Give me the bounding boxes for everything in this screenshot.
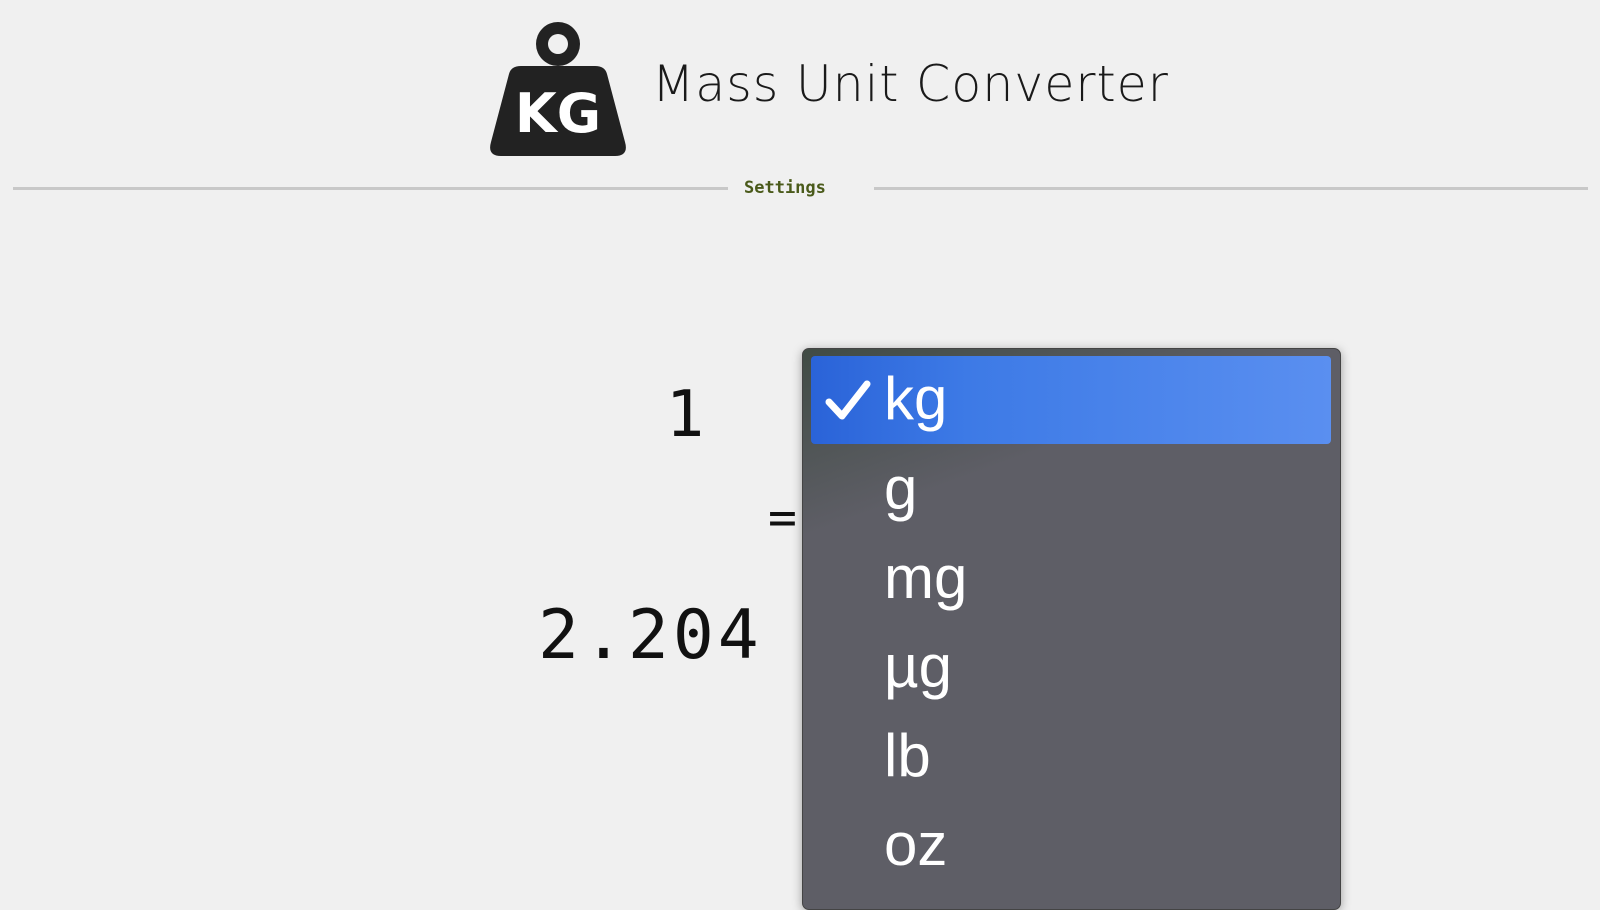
result-value: 2.204 bbox=[538, 596, 763, 675]
logo-text: KG bbox=[515, 82, 601, 145]
unit-option-ug[interactable]: µg bbox=[811, 624, 1331, 712]
settings-link[interactable]: Settings bbox=[744, 178, 826, 198]
divider-left bbox=[13, 187, 728, 190]
unit-option-label: kg bbox=[884, 365, 948, 432]
unit-option-lb[interactable]: lb bbox=[811, 713, 1331, 801]
unit-dropdown-menu[interactable]: kg g mg µg lb oz bbox=[802, 348, 1341, 910]
unit-option-label: mg bbox=[884, 544, 968, 611]
kg-weight-icon: KG bbox=[490, 22, 626, 156]
unit-option-label: g bbox=[884, 455, 918, 522]
app-header: KG Mass Unit Converter bbox=[0, 0, 1600, 170]
amount-input[interactable]: 1 bbox=[640, 370, 730, 460]
app-title: Mass Unit Converter bbox=[652, 55, 1169, 113]
unit-option-kg[interactable]: kg bbox=[811, 356, 1331, 444]
equals-sign: = bbox=[768, 490, 797, 546]
unit-option-label: µg bbox=[884, 633, 952, 700]
unit-option-label: oz bbox=[884, 811, 948, 878]
divider-right bbox=[874, 187, 1588, 190]
unit-option-label: lb bbox=[884, 722, 931, 789]
unit-option-mg[interactable]: mg bbox=[811, 535, 1331, 623]
unit-option-oz[interactable]: oz bbox=[811, 802, 1331, 890]
unit-option-g[interactable]: g bbox=[811, 446, 1331, 534]
checkmark-icon bbox=[825, 380, 871, 420]
